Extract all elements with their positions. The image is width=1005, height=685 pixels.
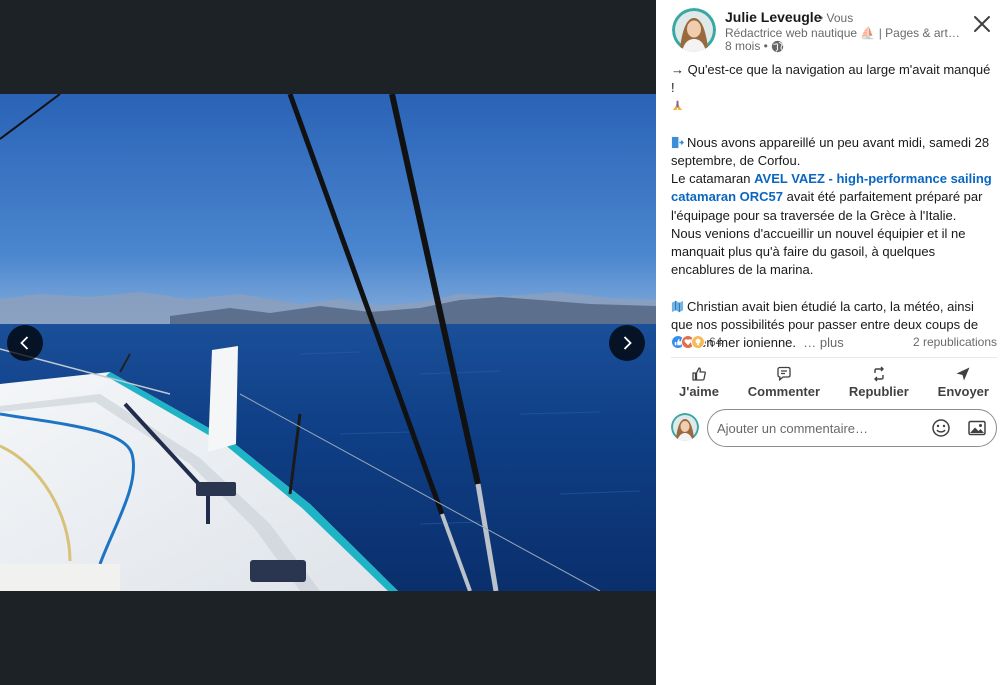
sailing-catamaran-photo <box>0 94 656 591</box>
post-paragraph-1-text: Nous avons appareillé un peu avant midi,… <box>671 134 990 168</box>
author-headline: Rédactrice web nautique ⛵ | Pages & arti… <box>725 26 960 40</box>
post-body: → Qu'est-ce que la navigation au large m… <box>671 61 996 352</box>
like-button[interactable]: J'aime <box>671 362 727 402</box>
repost-icon <box>873 366 884 381</box>
boarding-emoji-icon <box>671 136 684 148</box>
chevron-left-icon <box>20 336 29 350</box>
post-paragraph-2-prefix: Le catamaran <box>671 171 755 187</box>
author-avatar[interactable] <box>672 8 716 52</box>
social-counts: 64 2 republications <box>671 334 997 352</box>
post-line-1: → Qu'est-ce que la navigation au large m… <box>671 62 991 96</box>
insightful-reaction-icon <box>691 335 705 349</box>
smiley-icon[interactable] <box>931 418 951 438</box>
comment-composer <box>671 409 998 447</box>
reaction-count: 64 <box>709 335 723 349</box>
connection-degree: • Vous <box>819 11 854 25</box>
send-label: Envoyer <box>937 383 989 399</box>
comment-label: Commenter <box>747 383 821 399</box>
post-header: Julie Leveugle • Vous Rédactrice web nau… <box>672 8 997 54</box>
send-icon <box>956 367 970 380</box>
post-paragraph-2: Le catamaran AVEL VAEZ - high-performanc… <box>671 170 996 225</box>
post-paragraph-1: Nous avons appareillé un peu avant midi,… <box>671 134 996 170</box>
map-emoji-icon <box>671 300 684 312</box>
repost-label: Republier <box>848 383 909 399</box>
like-label: J'aime <box>679 383 719 399</box>
speech-bubble-icon <box>777 366 791 381</box>
previous-image-button[interactable] <box>7 325 43 361</box>
reposts-count[interactable]: 2 republications <box>913 335 997 349</box>
next-image-button[interactable] <box>609 325 645 361</box>
comment-button[interactable]: Commenter <box>740 362 828 402</box>
reactions-summary[interactable]: 64 <box>671 335 722 349</box>
globe-icon <box>771 40 784 52</box>
post-photo <box>0 94 656 591</box>
comment-input[interactable] <box>707 409 997 447</box>
chevron-right-icon <box>623 336 632 350</box>
pray-emoji-icon <box>672 100 683 111</box>
author-name[interactable]: Julie Leveugle <box>725 9 821 25</box>
post-meta: 8 mois • <box>725 39 784 53</box>
pray-emoji-line <box>671 97 996 115</box>
close-icon[interactable] <box>973 15 991 33</box>
image-icon[interactable] <box>967 418 987 438</box>
post-paragraph-3: Nous venions d'accueillir un nouvel équi… <box>671 225 966 278</box>
action-bar: J'aime Commenter Republier Envoyer <box>671 362 997 402</box>
send-button[interactable]: Envoyer <box>930 362 997 402</box>
repost-button[interactable]: Republier <box>841 362 917 402</box>
thumbs-up-icon <box>692 366 706 381</box>
post-panel: Julie Leveugle • Vous Rédactrice web nau… <box>656 0 1005 685</box>
user-avatar[interactable] <box>671 413 699 441</box>
divider <box>671 357 997 358</box>
image-viewer <box>0 0 656 685</box>
post-time: 8 mois • <box>725 39 768 53</box>
